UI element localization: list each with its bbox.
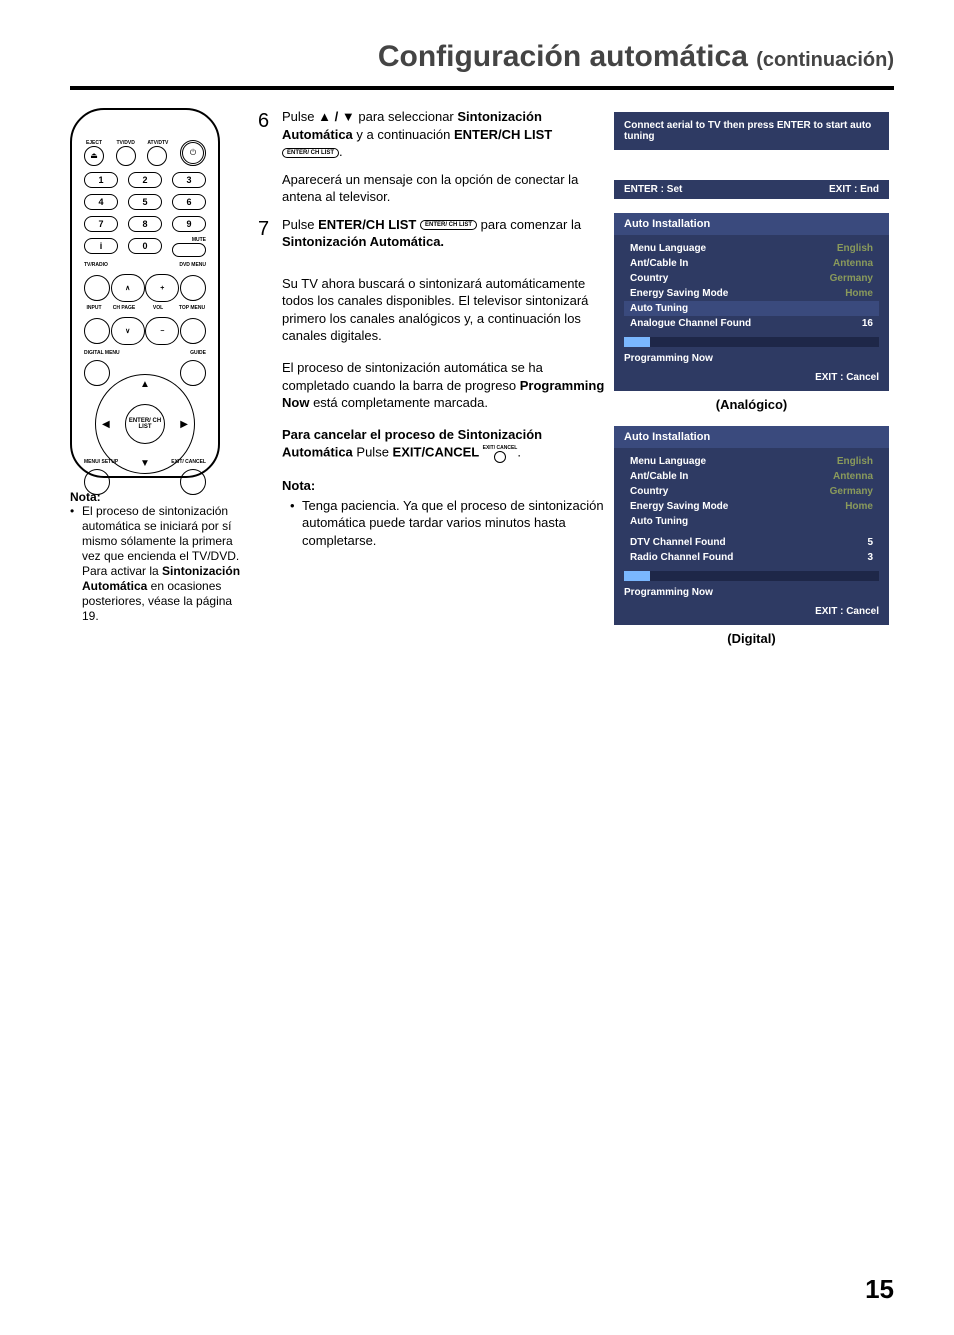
ch-up: ∧ <box>111 274 145 302</box>
mute-button <box>172 243 206 257</box>
panel-row: Energy Saving ModeHome <box>624 286 879 301</box>
panel-row: CountryGermany <box>624 484 879 499</box>
panel-row-found: DTV Channel Found5 <box>624 535 879 550</box>
programming-now: Programming Now <box>614 349 889 370</box>
down-arrow-icon: ▼ <box>140 458 150 469</box>
title-sub: (continuación) <box>756 49 894 71</box>
vol-up: + <box>145 274 179 302</box>
page-number: 15 <box>865 1274 894 1305</box>
caption-analogue: (Analógico) <box>614 397 889 412</box>
guide-button <box>180 360 206 386</box>
osd-connect-aerial: Connect aerial to TV then press ENTER to… <box>614 112 889 150</box>
note-body: El proceso de sintonización automática s… <box>70 504 250 624</box>
caption-digital: (Digital) <box>614 631 889 646</box>
panel-row: Menu LanguageEnglish <box>624 241 879 256</box>
num-5: 5 <box>128 194 162 210</box>
topmenu-button <box>180 318 206 344</box>
input-button <box>84 318 110 344</box>
menusetup-button <box>84 469 110 495</box>
step-6: 6 Pulse ▲ / ▼ para seleccionar Sintoniza… <box>258 108 606 206</box>
num-3: 3 <box>172 172 206 188</box>
osd-message: Connect aerial to TV then press ENTER to… <box>614 112 889 150</box>
panel-row-found: Analogue Channel Found16 <box>624 316 879 331</box>
num-7: 7 <box>84 216 118 232</box>
ch-down: ∨ <box>111 317 145 345</box>
progress-bar <box>624 571 879 581</box>
dvdmenu-button <box>180 275 206 301</box>
exit-cancel-label: EXIT : Cancel <box>614 370 889 389</box>
step-number: 6 <box>258 108 269 135</box>
num-1: 1 <box>84 172 118 188</box>
progress-fill <box>624 337 650 347</box>
nota-body: Tenga paciencia. Ya que el proceso de si… <box>282 497 606 550</box>
num-0: 0 <box>128 238 162 254</box>
panel-row-autotuning: Auto Tuning <box>624 514 879 529</box>
num-4: 4 <box>84 194 118 210</box>
left-arrow-icon: ◀ <box>102 419 110 430</box>
right-arrow-icon: ▶ <box>180 419 188 430</box>
left-note: Nota: El proceso de sintonización automá… <box>70 490 250 624</box>
tvradio-button <box>84 275 110 301</box>
step7-p1: Su TV ahora buscará o sintonizará automá… <box>282 275 606 345</box>
auto-install-panel-digital: Auto Installation Menu LanguageEnglish A… <box>614 426 889 625</box>
up-arrow-icon: ▲ <box>318 109 331 124</box>
info-button: i <box>84 238 118 254</box>
page-title: Configuración automática (continuación) <box>0 0 954 82</box>
remote-illustration: EJECT ⏏ TV/DVD ATV/DTV ⏻ 1 2 3 4 <box>70 108 220 478</box>
panel-row: CountryGermany <box>624 271 879 286</box>
eject-button: ⏏ <box>84 146 104 166</box>
exit-cancel-icon: EXIT/ CANCEL <box>483 443 518 463</box>
exitcancel-button <box>180 469 206 495</box>
tvdvd-button <box>116 146 136 166</box>
progress-bar <box>624 337 879 347</box>
panel-row: Menu LanguageEnglish <box>624 454 879 469</box>
vol-down: − <box>145 317 179 345</box>
down-arrow-icon: ▼ <box>342 109 355 124</box>
auto-install-panel-analogue: Auto Installation Menu LanguageEnglish A… <box>614 213 889 391</box>
step7-p2: El proceso de sintonización automática s… <box>282 359 606 412</box>
up-arrow-icon: ▲ <box>140 379 150 390</box>
enter-button: ENTER/ CH LIST <box>125 404 165 444</box>
step6-para: Aparecerá un mensaje con la opción de co… <box>282 171 606 206</box>
nota-header: Nota: <box>282 477 606 495</box>
exit-cancel-label: EXIT : Cancel <box>614 604 889 623</box>
panel-row: Energy Saving ModeHome <box>624 499 879 514</box>
title-main: Configuración automática <box>378 40 748 73</box>
num-9: 9 <box>172 216 206 232</box>
panel-row-autotuning: Auto Tuning <box>624 301 879 316</box>
programming-now: Programming Now <box>614 583 889 604</box>
osd-footer: ENTER : Set EXIT : End <box>614 180 889 199</box>
panel-row: Ant/Cable InAntenna <box>624 256 879 271</box>
step-7: 7 Pulse ENTER/CH LIST ENTER/ CH LIST par… <box>258 216 606 550</box>
progress-fill <box>624 571 650 581</box>
step-number: 7 <box>258 216 269 243</box>
title-rule <box>70 86 894 90</box>
panel-title: Auto Installation <box>614 426 889 448</box>
num-2: 2 <box>128 172 162 188</box>
power-button: ⏻ <box>180 140 206 166</box>
enter-chlist-icon: ENTER/ CH LIST <box>282 148 339 158</box>
num-6: 6 <box>172 194 206 210</box>
enter-chlist-icon: ENTER/ CH LIST <box>420 220 477 230</box>
cancel-instruction: Para cancelar el proceso de Sintonizació… <box>282 426 606 464</box>
digitalmenu-button <box>84 360 110 386</box>
dpad-ring: ▲ ▼ ◀ ▶ ENTER/ CH LIST <box>95 374 195 474</box>
panel-row: Ant/Cable InAntenna <box>624 469 879 484</box>
num-8: 8 <box>128 216 162 232</box>
osd-enter-set: ENTER : Set <box>624 184 682 195</box>
atvdtv-button <box>147 146 167 166</box>
panel-title: Auto Installation <box>614 213 889 235</box>
osd-exit-end: EXIT : End <box>829 184 879 195</box>
panel-row-found: Radio Channel Found3 <box>624 550 879 565</box>
